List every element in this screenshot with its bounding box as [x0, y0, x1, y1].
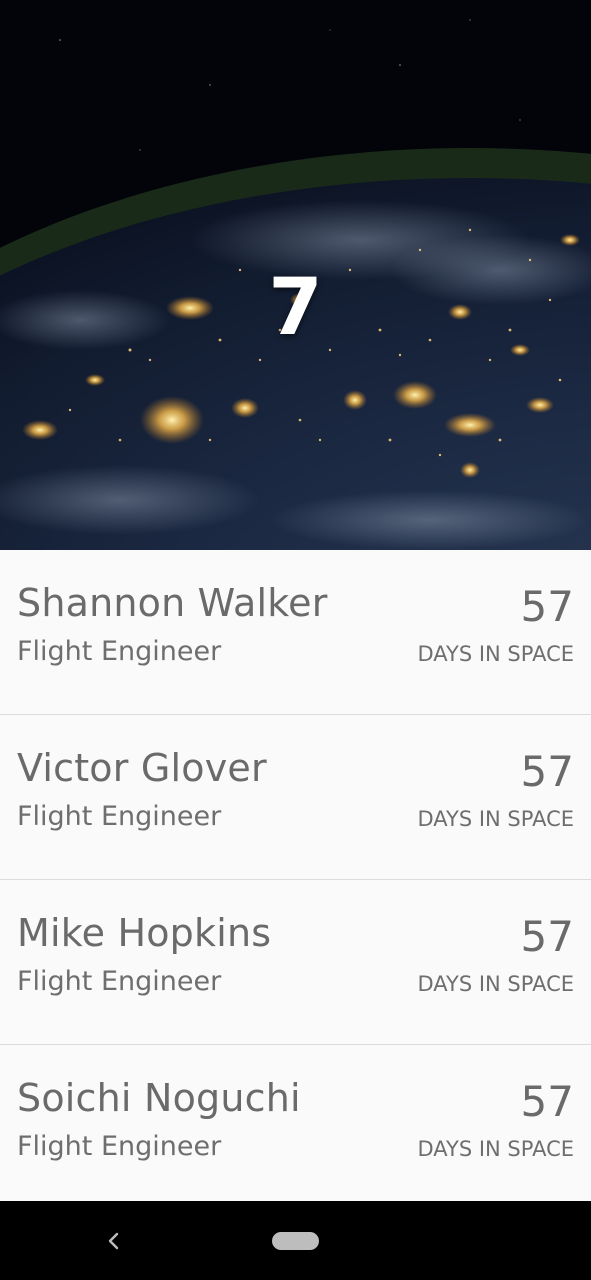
crew-role: Flight Engineer — [17, 1131, 222, 1162]
days-in-space-value: 57 — [520, 582, 574, 631]
crew-role: Flight Engineer — [17, 966, 222, 997]
crew-row[interactable]: Shannon Walker Flight Engineer 57 DAYS I… — [0, 550, 591, 715]
system-navigation-bar — [0, 1201, 591, 1280]
chevron-left-icon[interactable] — [100, 1223, 128, 1259]
days-in-space-value: 57 — [520, 747, 574, 796]
crew-name: Mike Hopkins — [17, 911, 272, 955]
crew-row[interactable]: Mike Hopkins Flight Engineer 57 DAYS IN … — [0, 880, 591, 1045]
app-root: 7 Shannon Walker Flight Engineer 57 DAYS… — [0, 0, 591, 1280]
days-in-space-value: 57 — [520, 912, 574, 961]
crew-role: Flight Engineer — [17, 801, 222, 832]
days-in-space-label: DAYS IN SPACE — [417, 807, 574, 831]
crew-row[interactable]: Soichi Noguchi Flight Engineer 57 DAYS I… — [0, 1045, 591, 1210]
hero-banner: 7 — [0, 0, 591, 550]
days-in-space-value: 57 — [520, 1077, 574, 1126]
home-pill-icon[interactable] — [272, 1232, 319, 1250]
people-in-space-count: 7 — [268, 263, 323, 353]
crew-role: Flight Engineer — [17, 636, 222, 667]
crew-name: Shannon Walker — [17, 581, 328, 625]
crew-list: Shannon Walker Flight Engineer 57 DAYS I… — [0, 550, 591, 1201]
crew-name: Soichi Noguchi — [17, 1076, 301, 1120]
crew-name: Victor Glover — [17, 746, 267, 790]
days-in-space-label: DAYS IN SPACE — [417, 1137, 574, 1161]
days-in-space-label: DAYS IN SPACE — [417, 972, 574, 996]
crew-row[interactable]: Victor Glover Flight Engineer 57 DAYS IN… — [0, 715, 591, 880]
days-in-space-label: DAYS IN SPACE — [417, 642, 574, 666]
